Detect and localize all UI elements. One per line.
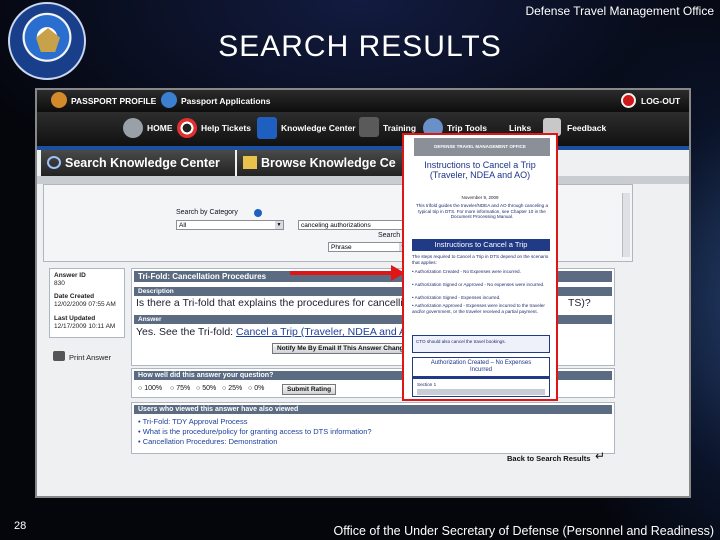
main-nav: HOME Help Tickets Knowledge Center Train…: [37, 112, 689, 146]
doc-note: CTO should also cancel the travel bookin…: [416, 339, 506, 344]
rating-25[interactable]: ○ 25%: [222, 385, 242, 392]
nav-trip-tools[interactable]: Trip Tools: [447, 123, 487, 133]
doc-title: Instructions to Cancel a Trip (Traveler,…: [424, 160, 536, 180]
folder-icon: [243, 156, 257, 169]
date-created-label: Date Created: [54, 293, 95, 300]
also-viewed-item[interactable]: • Tri-Fold: TDY Approval Process: [138, 417, 247, 426]
back-to-search-results-link[interactable]: Back to Search Results: [507, 454, 590, 463]
also-viewed-panel: Users who viewed this answer have also v…: [131, 402, 615, 454]
magnifier-icon: [47, 156, 61, 169]
tab-search-knowledge-center[interactable]: Search Knowledge Center: [41, 150, 235, 176]
also-viewed-header: Users who viewed this answer have also v…: [134, 405, 612, 414]
logout-link[interactable]: LOG-OUT: [641, 96, 680, 106]
passport-applications-icon: [161, 92, 177, 108]
doc-bullet: • Authorization Signed or Approved - No …: [412, 282, 545, 287]
date-created-value: 12/02/2009 07:55 AM: [54, 301, 116, 308]
home-icon: [123, 118, 143, 138]
doc-thumbnail: [417, 389, 545, 395]
last-updated-label: Last Updated: [54, 315, 96, 322]
power-icon: [621, 93, 636, 108]
footer-office: Office of the Under Secretary of Defense…: [333, 524, 714, 538]
doc-intro: This trifold guides the traveler/NDEA an…: [415, 203, 549, 220]
search-by-select[interactable]: Phrase▼: [328, 242, 408, 252]
also-viewed-item[interactable]: • Cancellation Procedures: Demonstration: [138, 437, 277, 446]
rating-0[interactable]: ○ 0%: [248, 385, 264, 392]
answer-question-end: TS)?: [568, 297, 591, 309]
answer-text: Yes. See the Tri-fold: Cancel a Trip (Tr…: [136, 326, 418, 338]
nav-home[interactable]: HOME: [147, 123, 173, 133]
nav-knowledge-center[interactable]: Knowledge Center: [281, 123, 356, 133]
page-number: 28: [14, 520, 27, 532]
tab-browse-label: Browse Knowledge Ce: [261, 156, 396, 170]
passport-profile-link[interactable]: PASSPORT PROFILE: [71, 96, 156, 106]
nav-training[interactable]: Training: [383, 123, 416, 133]
tab-search-label: Search Knowledge Center: [65, 156, 220, 170]
last-updated-value: 12/17/2009 10:11 AM: [54, 323, 116, 330]
answer-id-label: Answer ID: [54, 272, 86, 279]
search-query-input[interactable]: canceling authorizations: [298, 220, 408, 230]
answer-id-value: 830: [54, 280, 65, 287]
slide-title: SEARCH RESULTS: [218, 30, 502, 63]
help-info-icon[interactable]: [254, 209, 262, 217]
doc-date: November 9, 2009: [461, 195, 499, 200]
doc-bullet: • Authorization Approved - Expenses were…: [412, 303, 545, 314]
answer-meta-panel: Answer ID 830 Date Created 12/02/2009 07…: [49, 268, 125, 338]
doc-scenario-bar: [413, 376, 549, 379]
doc-bullet: • Authorization Signed - Expenses incurr…: [412, 295, 501, 300]
nav-feedback[interactable]: Feedback: [567, 123, 606, 133]
screenshot-frame: PASSPORT PROFILE Passport Applications L…: [35, 88, 691, 498]
return-arrow-icon: ↵: [595, 449, 606, 463]
rating-100[interactable]: ○ 100%: [138, 385, 162, 392]
submit-rating-button[interactable]: Submit Rating: [282, 384, 337, 395]
info-icon: [257, 117, 277, 139]
also-viewed-item[interactable]: • What is the procedure/policy for grant…: [138, 427, 372, 436]
passport-applications-link[interactable]: Passport Applications: [181, 96, 270, 106]
training-icon: [359, 117, 379, 137]
doc-section-header: Instructions to Cancel a Trip: [412, 239, 550, 251]
doc-steps-intro: The steps required to Cancel a Trip in D…: [412, 254, 549, 265]
doc-note-box: CTO should also cancel the travel bookin…: [412, 335, 550, 353]
printer-icon[interactable]: [53, 351, 65, 361]
trifold-link[interactable]: Cancel a Trip (Traveler, NDEA and AO): [236, 326, 418, 338]
results-scrollbar[interactable]: [622, 193, 630, 257]
tab-browse-knowledge-center[interactable]: Browse Knowledge Ce: [237, 150, 407, 176]
trifold-document: DEFENSE TRAVEL MANAGEMENT OFFICE Instruc…: [402, 133, 558, 401]
category-select[interactable]: All ▼: [176, 220, 284, 230]
doc-banner-text: DEFENSE TRAVEL MANAGEMENT OFFICE: [434, 144, 526, 149]
top-nav: PASSPORT PROFILE Passport Applications L…: [37, 90, 689, 112]
doc-scenario-title: Authorization Created – No Expenses Incu…: [430, 360, 532, 373]
doc-scenario-section: Section 1: [417, 382, 437, 387]
nav-help-tickets[interactable]: Help Tickets: [201, 123, 251, 133]
lifebuoy-icon: [177, 118, 197, 138]
rating-50[interactable]: ○ 50%: [196, 385, 216, 392]
content-strip: [37, 176, 689, 184]
rating-75[interactable]: ○ 75%: [170, 385, 190, 392]
doc-bullet: • Authorization Created - No Expenses we…: [412, 269, 521, 274]
doc-scenario-box: Authorization Created – No Expenses Incu…: [412, 357, 550, 397]
nav-links[interactable]: Links: [509, 123, 531, 133]
print-answer-link[interactable]: Print Answer: [69, 353, 111, 362]
search-category-label: Search by Category: [176, 209, 238, 216]
passport-profile-icon: [51, 92, 67, 108]
header-office: Defense Travel Management Office: [525, 4, 714, 18]
callout-arrow: [290, 271, 394, 275]
